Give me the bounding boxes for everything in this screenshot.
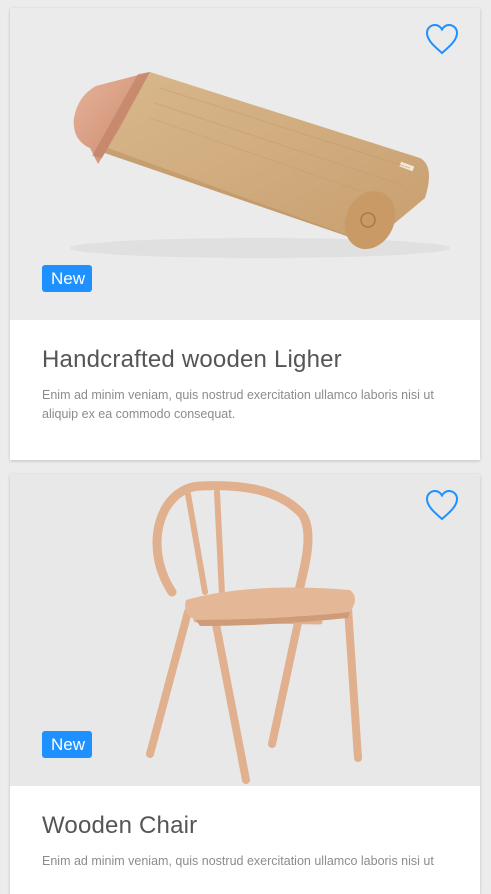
favorite-button[interactable] bbox=[424, 22, 460, 56]
favorite-button[interactable] bbox=[424, 488, 460, 522]
product-card[interactable]: New Handcrafted wooden Ligher Enim ad mi… bbox=[10, 8, 480, 460]
product-title[interactable]: Handcrafted wooden Ligher bbox=[42, 346, 448, 374]
product-image[interactable]: New bbox=[10, 8, 480, 320]
new-badge: New bbox=[42, 731, 93, 758]
new-badge: New bbox=[42, 265, 93, 292]
product-card[interactable]: New Wooden Chair Enim ad minim veniam, q… bbox=[10, 474, 480, 894]
heart-outline-icon bbox=[425, 23, 459, 55]
product-image[interactable]: New bbox=[10, 474, 480, 786]
heart-outline-icon bbox=[425, 489, 459, 521]
product-title[interactable]: Wooden Chair bbox=[42, 812, 448, 840]
product-description: Enim ad minim veniam, quis nostrud exerc… bbox=[42, 854, 434, 868]
product-description: Enim ad minim veniam, quis nostrud exerc… bbox=[42, 388, 434, 421]
